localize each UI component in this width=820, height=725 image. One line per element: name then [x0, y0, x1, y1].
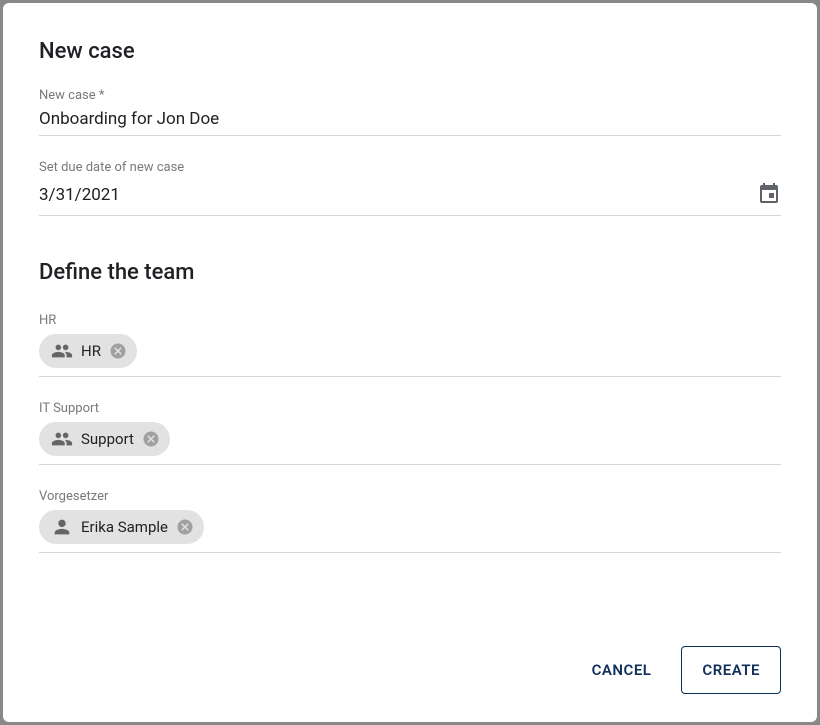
case-name-field: New case * [39, 88, 781, 136]
remove-icon[interactable] [142, 430, 160, 448]
create-button[interactable]: Create [681, 646, 781, 694]
hr-chip-row[interactable]: HR [39, 334, 781, 377]
hr-chip-label: HR [81, 342, 101, 360]
person-icon [51, 516, 73, 538]
case-name-input-row [39, 109, 781, 136]
case-name-input[interactable] [39, 109, 781, 129]
it-chip: Support [39, 422, 170, 456]
hr-role-field: HR HR [39, 313, 781, 377]
team-section-title: Define the team [39, 260, 781, 285]
due-date-input[interactable] [39, 185, 757, 205]
supervisor-chip-label: Erika Sample [81, 518, 168, 536]
new-case-dialog: New case New case * Set due date of new … [3, 3, 817, 722]
supervisor-role-label: Vorgesetzer [39, 489, 781, 504]
remove-icon[interactable] [176, 518, 194, 536]
group-icon [51, 340, 73, 362]
case-name-label: New case * [39, 88, 781, 103]
it-role-label: IT Support [39, 401, 781, 416]
group-icon [51, 428, 73, 450]
dialog-actions: Cancel Create [39, 646, 781, 694]
dialog-title: New case [39, 39, 781, 64]
hr-chip: HR [39, 334, 137, 368]
supervisor-role-field: Vorgesetzer Erika Sample [39, 489, 781, 553]
cancel-button[interactable]: Cancel [580, 647, 664, 693]
it-chip-row[interactable]: Support [39, 422, 781, 465]
due-date-field: Set due date of new case [39, 160, 781, 216]
calendar-icon[interactable] [757, 181, 781, 209]
due-date-label: Set due date of new case [39, 160, 781, 175]
supervisor-chip: Erika Sample [39, 510, 204, 544]
due-date-input-row [39, 181, 781, 216]
hr-role-label: HR [39, 313, 781, 328]
supervisor-chip-row[interactable]: Erika Sample [39, 510, 781, 553]
remove-icon[interactable] [109, 342, 127, 360]
it-role-field: IT Support Support [39, 401, 781, 465]
it-chip-label: Support [81, 430, 134, 448]
